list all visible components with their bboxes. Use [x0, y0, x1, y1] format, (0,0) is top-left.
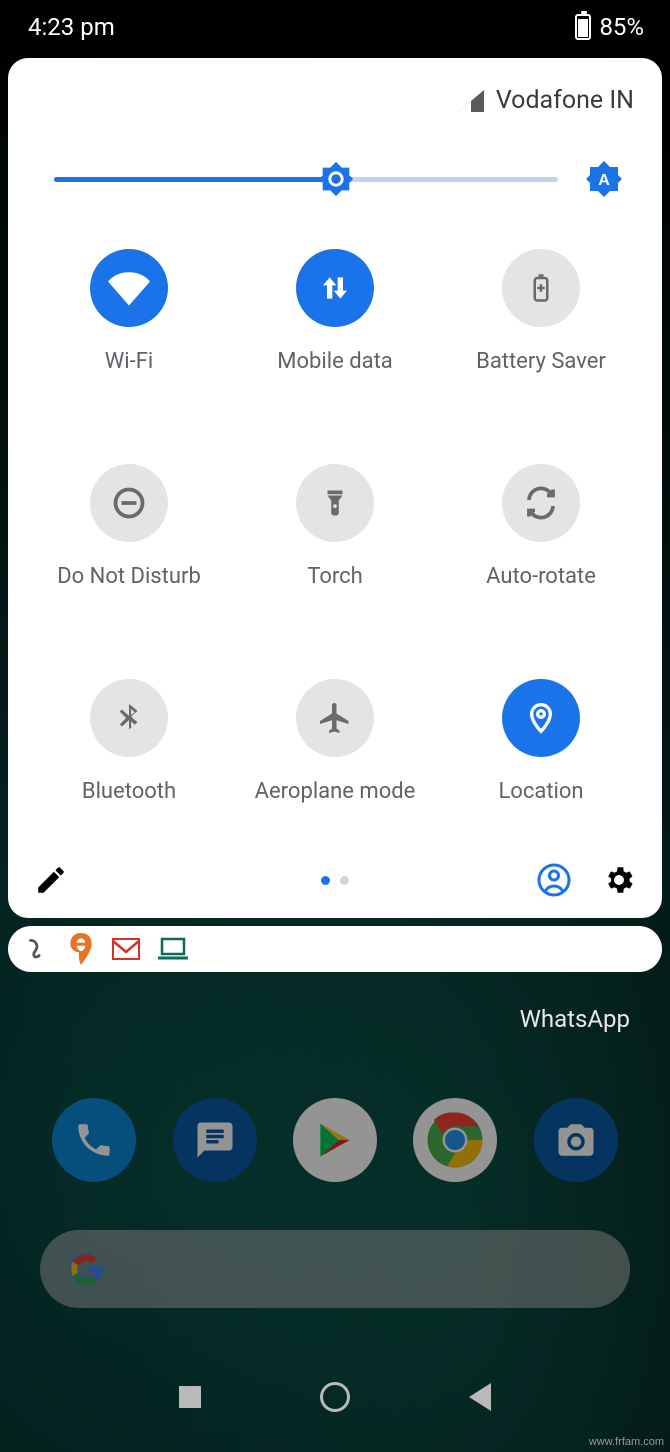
laptop-icon [158, 937, 188, 961]
tile-auto-rotate[interactable]: Auto-rotate [438, 464, 644, 589]
battery-icon [575, 14, 591, 40]
auto-brightness-toggle[interactable]: A [584, 159, 624, 199]
battery-saver-icon [502, 249, 580, 327]
nav-home[interactable] [320, 1382, 350, 1412]
tile-label: Wi-Fi [105, 349, 153, 374]
swirl-icon [24, 936, 50, 962]
brightness-thumb[interactable] [317, 160, 355, 198]
bluetooth-icon [90, 679, 168, 757]
carrier-label: Vodafone IN [496, 86, 634, 115]
tile-label: Auto-rotate [486, 564, 596, 589]
tile-label: Bluetooth [82, 779, 176, 804]
torch-icon [296, 464, 374, 542]
location-icon [502, 679, 580, 757]
status-time: 4:23 pm [28, 13, 115, 41]
quick-settings-panel: Vodafone IN A Wi-Fi Mobile data [8, 58, 662, 918]
tile-wifi[interactable]: Wi-Fi [26, 249, 232, 374]
nav-back[interactable] [469, 1383, 491, 1411]
tile-label: Torch [307, 564, 363, 589]
brightness-slider[interactable] [54, 177, 558, 182]
edit-tiles-button[interactable] [34, 863, 68, 897]
whatsapp-label: WhatsApp [520, 1005, 630, 1033]
tile-bluetooth[interactable]: Bluetooth [26, 679, 232, 804]
battery-percent: 85% [599, 13, 644, 41]
auto-rotate-icon [502, 464, 580, 542]
nav-recent[interactable] [179, 1386, 201, 1408]
settings-button[interactable] [602, 863, 636, 897]
status-bar: 4:23 pm 85% [0, 0, 670, 54]
tile-mobile-data[interactable]: Mobile data [232, 249, 438, 374]
watermark: www.frfam.com [589, 1436, 664, 1448]
mobile-data-icon [296, 249, 374, 327]
swiggy-icon [68, 933, 94, 965]
notification-icon-row[interactable] [8, 926, 662, 972]
nav-bar [0, 1382, 670, 1412]
tile-torch[interactable]: Torch [232, 464, 438, 589]
tile-label: Aeroplane mode [255, 779, 416, 804]
gmail-icon [112, 938, 140, 960]
tile-battery-saver[interactable]: Battery Saver [438, 249, 644, 374]
tile-label: Battery Saver [476, 349, 606, 374]
tile-label: Mobile data [277, 349, 392, 374]
tile-label: Location [498, 779, 583, 804]
svg-text:A: A [598, 172, 610, 189]
page-indicator [321, 876, 349, 885]
dnd-icon [90, 464, 168, 542]
tile-dnd[interactable]: Do Not Disturb [26, 464, 232, 589]
user-switcher-button[interactable] [536, 862, 572, 898]
tile-location[interactable]: Location [438, 679, 644, 804]
tile-airplane[interactable]: Aeroplane mode [232, 679, 438, 804]
wifi-icon [90, 249, 168, 327]
tile-label: Do Not Disturb [57, 564, 201, 589]
signal-icon [458, 90, 484, 112]
airplane-icon [296, 679, 374, 757]
